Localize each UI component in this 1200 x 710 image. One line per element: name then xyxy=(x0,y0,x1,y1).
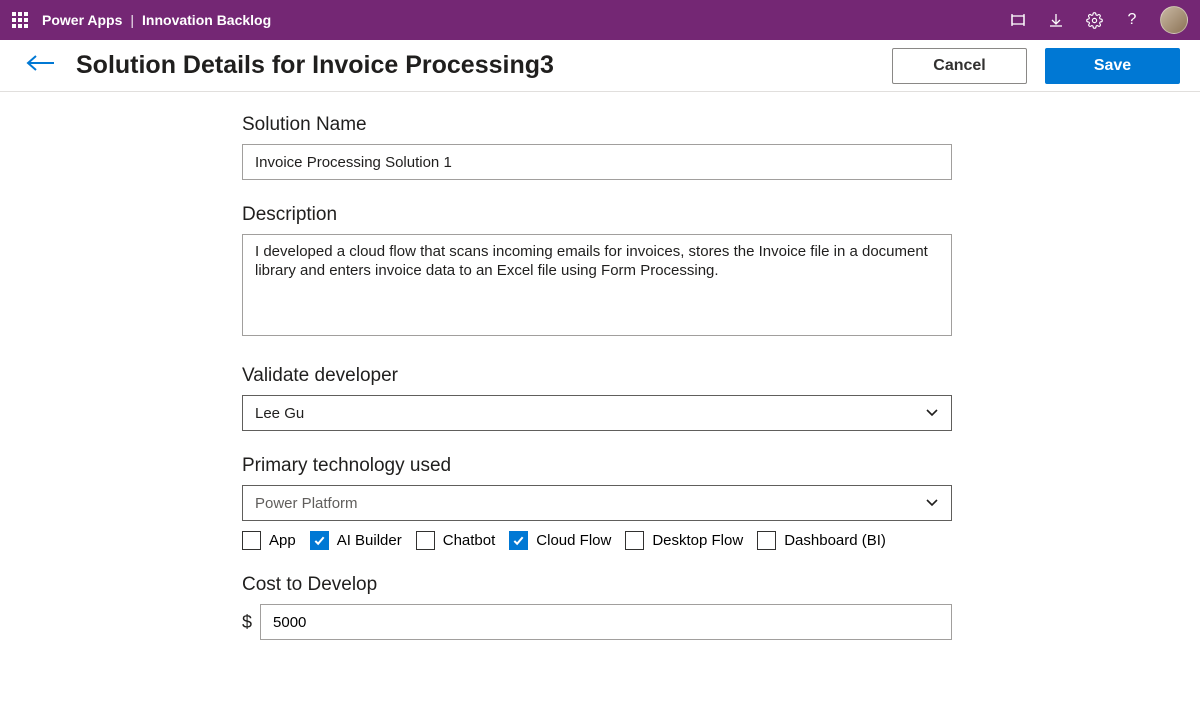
tech-checkbox-row: App AI Builder Chatbot Cloud Flow Desktop Fl… xyxy=(242,531,952,550)
currency-symbol: $ xyxy=(242,612,252,633)
app-name: Innovation Backlog xyxy=(142,12,271,28)
checkbox-icon xyxy=(757,531,776,550)
tech-checkbox-chatbot[interactable]: Chatbot xyxy=(416,531,496,550)
cost-input[interactable] xyxy=(260,604,952,640)
validate-developer-value: Lee Gu xyxy=(255,405,304,422)
checkbox-icon xyxy=(509,531,528,550)
primary-tech-label: Primary technology used xyxy=(242,455,952,477)
cost-group: Cost to Develop $ xyxy=(242,574,952,640)
commandbar-right: Cancel Save xyxy=(892,48,1180,84)
checkbox-label: Chatbot xyxy=(443,532,496,549)
cancel-button[interactable]: Cancel xyxy=(892,48,1027,84)
download-icon[interactable] xyxy=(1046,10,1066,30)
validate-developer-group: Validate developer Lee Gu xyxy=(242,365,952,431)
tech-checkbox-ai-builder[interactable]: AI Builder xyxy=(310,531,402,550)
checkbox-label: App xyxy=(269,532,296,549)
fit-icon[interactable] xyxy=(1008,10,1028,30)
chevron-down-icon xyxy=(925,495,939,512)
settings-icon[interactable] xyxy=(1084,10,1104,30)
validate-developer-select[interactable]: Lee Gu xyxy=(242,395,952,431)
page-title: Solution Details for Invoice Processing3 xyxy=(76,51,554,80)
primary-tech-value: Power Platform xyxy=(255,495,358,512)
tech-checkbox-app[interactable]: App xyxy=(242,531,296,550)
topbar-right: ? xyxy=(1008,6,1188,34)
checkbox-label: AI Builder xyxy=(337,532,402,549)
chevron-down-icon xyxy=(925,405,939,422)
product-name: Power Apps xyxy=(42,12,122,28)
form-wrap: Solution Name Description Validate devel… xyxy=(0,92,1200,664)
tech-checkbox-dashboard-bi-[interactable]: Dashboard (BI) xyxy=(757,531,886,550)
solution-name-group: Solution Name xyxy=(242,114,952,180)
checkbox-icon xyxy=(416,531,435,550)
help-icon[interactable]: ? xyxy=(1122,10,1142,30)
checkbox-icon xyxy=(625,531,644,550)
cost-row: $ xyxy=(242,604,952,640)
avatar[interactable] xyxy=(1160,6,1188,34)
description-textarea[interactable] xyxy=(242,234,952,336)
back-arrow-icon[interactable] xyxy=(26,53,56,78)
form: Solution Name Description Validate devel… xyxy=(242,114,952,664)
checkbox-icon xyxy=(242,531,261,550)
solution-name-input[interactable] xyxy=(242,144,952,180)
checkbox-label: Desktop Flow xyxy=(652,532,743,549)
topbar-left: Power Apps | Innovation Backlog xyxy=(12,12,271,28)
topbar: Power Apps | Innovation Backlog xyxy=(0,0,1200,40)
primary-tech-select[interactable]: Power Platform xyxy=(242,485,952,521)
description-group: Description xyxy=(242,204,952,341)
tech-checkbox-cloud-flow[interactable]: Cloud Flow xyxy=(509,531,611,550)
save-button[interactable]: Save xyxy=(1045,48,1180,84)
checkbox-icon xyxy=(310,531,329,550)
cost-label: Cost to Develop xyxy=(242,574,952,596)
app-launcher-icon[interactable] xyxy=(12,12,28,28)
tech-checkbox-desktop-flow[interactable]: Desktop Flow xyxy=(625,531,743,550)
commandbar-left: Solution Details for Invoice Processing3 xyxy=(26,51,554,80)
checkbox-label: Dashboard (BI) xyxy=(784,532,886,549)
commandbar: Solution Details for Invoice Processing3… xyxy=(0,40,1200,92)
title-separator: | xyxy=(130,12,134,28)
solution-name-label: Solution Name xyxy=(242,114,952,136)
app-title: Power Apps | Innovation Backlog xyxy=(42,12,271,28)
checkbox-label: Cloud Flow xyxy=(536,532,611,549)
primary-tech-group: Primary technology used Power Platform A… xyxy=(242,455,952,550)
validate-developer-label: Validate developer xyxy=(242,365,952,387)
description-label: Description xyxy=(242,204,952,226)
